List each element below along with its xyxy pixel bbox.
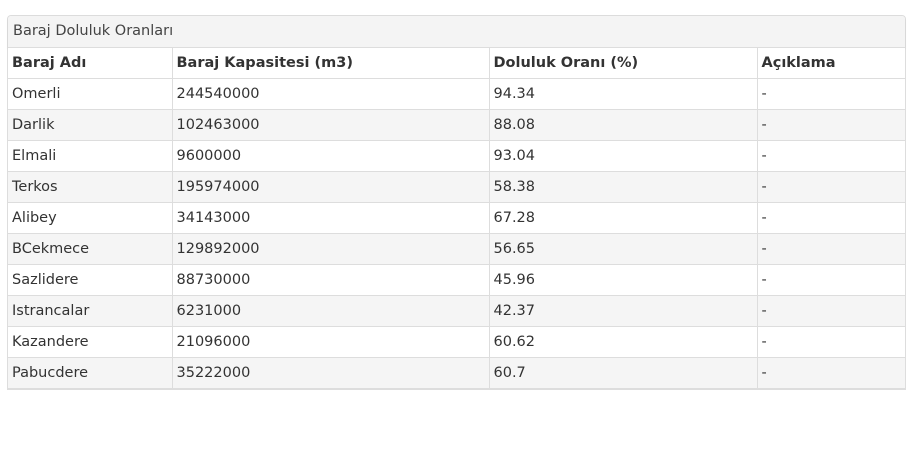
table-row: Elmali 9600000 93.04- (8, 140, 905, 172)
cell-dam-name: Terkos (8, 171, 172, 203)
cell-occupancy-rate: 60.7 (488, 357, 757, 389)
cell-dam-name: BCekmece (8, 233, 172, 265)
cell-description: - (756, 326, 905, 358)
cell-dam-name: Pabucdere (8, 357, 172, 389)
cell-occupancy-rate: 56.65 (488, 233, 757, 265)
column-header-occupancy-rate: Doluluk Oranı (%) (488, 48, 757, 79)
panel-title: Baraj Doluluk Oranları (8, 16, 905, 48)
cell-capacity: 195974000 (171, 171, 489, 203)
cell-dam-name: Elmali (8, 140, 172, 172)
cell-capacity: 244540000 (171, 78, 489, 110)
cell-description: - (756, 171, 905, 203)
table-header-row: Baraj Adı Baraj Kapasitesi (m3) Doluluk … (8, 48, 905, 79)
table-row: Terkos 195974000 58.38- (8, 171, 905, 203)
cell-capacity: 129892000 (171, 233, 489, 265)
cell-capacity: 9600000 (171, 140, 489, 172)
cell-occupancy-rate: 88.08 (488, 109, 757, 141)
cell-description: - (756, 233, 905, 265)
cell-capacity: 21096000 (171, 326, 489, 358)
cell-occupancy-rate: 67.28 (488, 202, 757, 234)
column-header-description: Açıklama (756, 48, 905, 79)
cell-capacity: 102463000 (171, 109, 489, 141)
cell-description: - (756, 202, 905, 234)
cell-occupancy-rate: 58.38 (488, 171, 757, 203)
cell-occupancy-rate: 93.04 (488, 140, 757, 172)
cell-dam-name: Omerli (8, 78, 172, 110)
cell-dam-name: Kazandere (8, 326, 172, 358)
table-row: Pabucdere 35222000 60.7- (8, 357, 905, 389)
column-header-dam-name: Baraj Adı (8, 48, 172, 79)
cell-dam-name: Sazlidere (8, 264, 172, 296)
cell-capacity: 34143000 (171, 202, 489, 234)
table-row: Omerli 244540000 94.34- (8, 78, 905, 110)
dam-occupancy-table: Baraj Adı Baraj Kapasitesi (m3) Doluluk … (8, 48, 905, 389)
table-row: Alibey 34143000 67.28- (8, 202, 905, 234)
cell-occupancy-rate: 42.37 (488, 295, 757, 327)
table-row: BCekmece 129892000 56.65- (8, 233, 905, 265)
dam-occupancy-panel: Baraj Doluluk Oranları Baraj Adı Baraj K… (7, 15, 906, 390)
cell-occupancy-rate: 60.62 (488, 326, 757, 358)
cell-description: - (756, 140, 905, 172)
table-row: Sazlidere 88730000 45.96- (8, 264, 905, 296)
cell-dam-name: Alibey (8, 202, 172, 234)
table-body: Omerli 244540000 94.34- Darlik 102463000 88.0… (8, 78, 905, 389)
cell-occupancy-rate: 45.96 (488, 264, 757, 296)
table-row: Kazandere 21096000 60.62- (8, 326, 905, 358)
table-row: Istrancalar 6231000 42.37- (8, 295, 905, 327)
cell-description: - (756, 264, 905, 296)
cell-description: - (756, 109, 905, 141)
column-header-capacity: Baraj Kapasitesi (m3) (171, 48, 489, 79)
cell-capacity: 88730000 (171, 264, 489, 296)
table-row: Darlik 102463000 88.08- (8, 109, 905, 141)
cell-capacity: 6231000 (171, 295, 489, 327)
cell-description: - (756, 78, 905, 110)
cell-capacity: 35222000 (171, 357, 489, 389)
cell-description: - (756, 295, 905, 327)
cell-description: - (756, 357, 905, 389)
cell-occupancy-rate: 94.34 (488, 78, 757, 110)
cell-dam-name: Istrancalar (8, 295, 172, 327)
cell-dam-name: Darlik (8, 109, 172, 141)
